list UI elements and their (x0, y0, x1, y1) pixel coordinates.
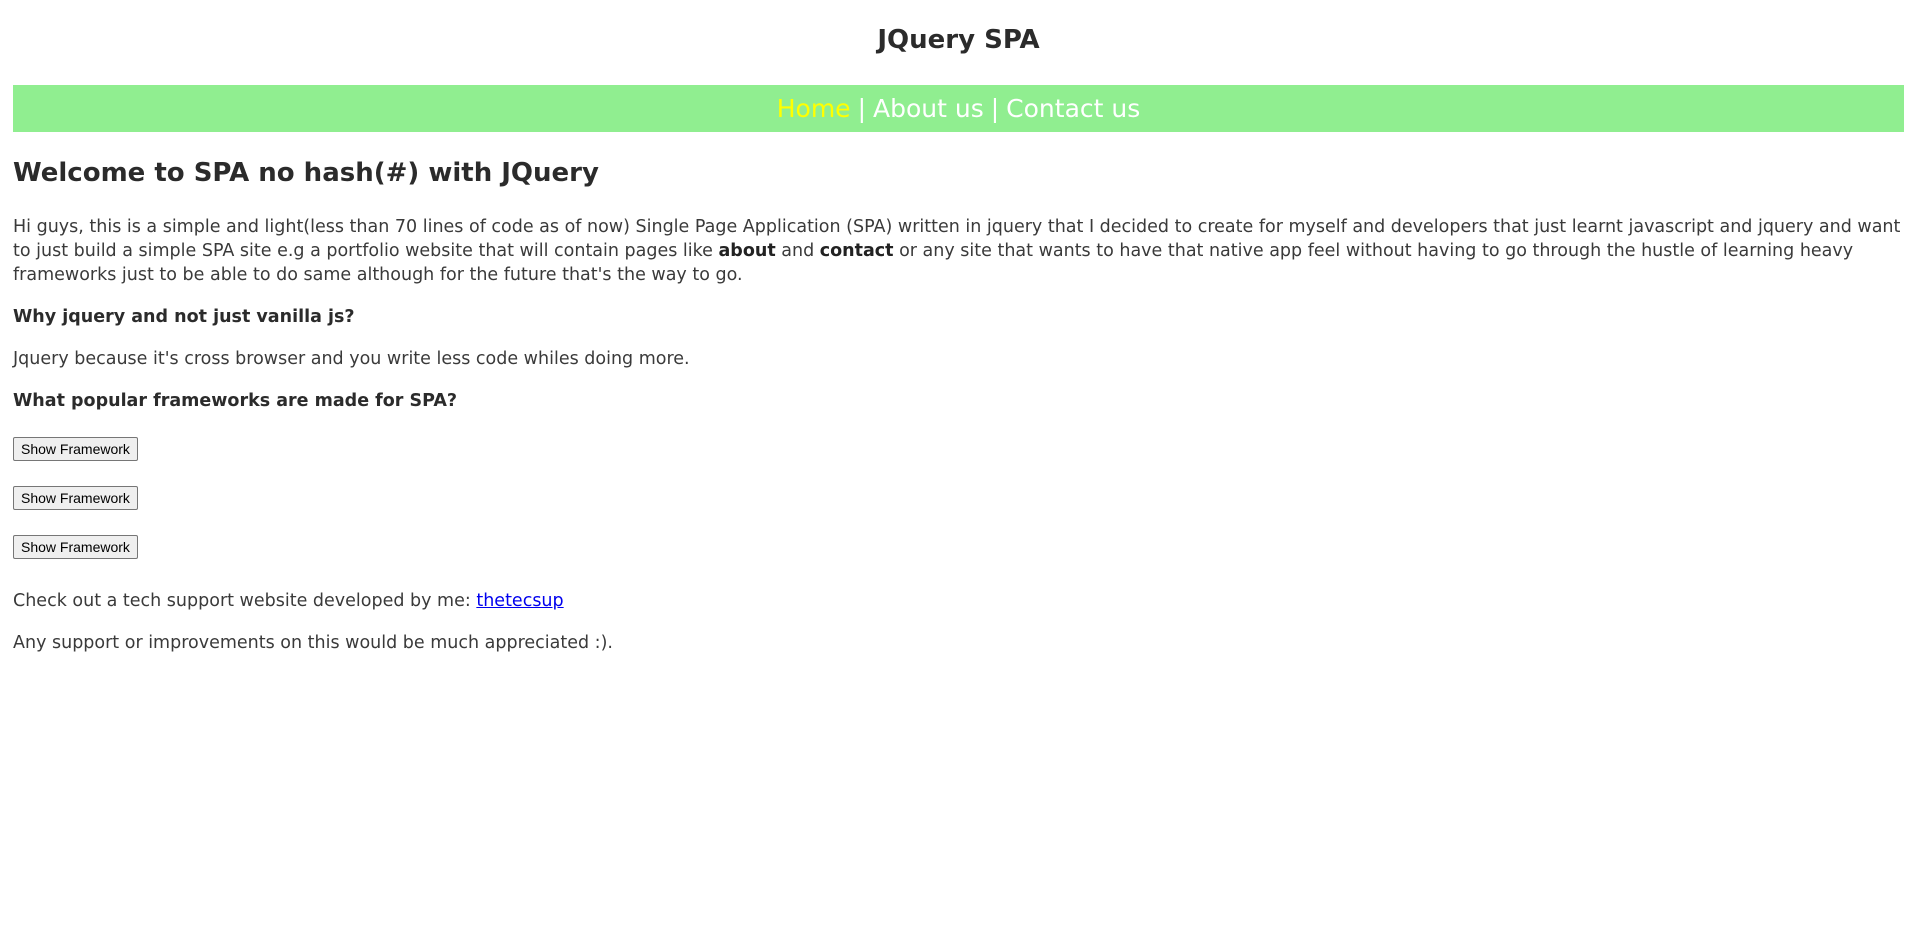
nav-about-link[interactable]: About us (873, 94, 984, 123)
nav-home-link[interactable]: Home (777, 94, 851, 123)
nav-separator: | (990, 94, 1000, 123)
nav-separator: | (857, 94, 866, 123)
show-framework-button[interactable]: Show Framework (13, 437, 138, 461)
nav-contact-link[interactable]: Contact us (1006, 94, 1140, 123)
question-frameworks: What popular frameworks are made for SPA… (13, 391, 458, 411)
answer-why-jquery: Jquery because it's cross browser and yo… (13, 349, 690, 369)
thetecsup-link[interactable]: thetecsup (476, 591, 563, 611)
framework-buttons: Show Framework Show Framework Show Frame… (13, 437, 1904, 559)
welcome-heading: Welcome to SPA no hash(#) with JQuery (13, 158, 599, 188)
site-title: JQuery SPA (877, 25, 1040, 55)
intro-text: and (775, 241, 820, 261)
show-framework-button[interactable]: Show Framework (13, 535, 138, 559)
tech-support-text: Check out a tech support website develop… (13, 591, 477, 611)
page: JQuery SPA Home | About us | Contact us … (0, 0, 1917, 948)
nav-bar: Home | About us | Contact us (13, 85, 1904, 132)
intro-bold-about: about (718, 241, 776, 261)
tech-support-line: Check out a tech support website develop… (13, 589, 1904, 613)
intro-paragraph: Hi guys, this is a simple and light(less… (13, 215, 1904, 287)
question-why-jquery: Why jquery and not just vanilla js? (13, 307, 355, 327)
support-note: Any support or improvements on this woul… (13, 633, 613, 653)
intro-bold-contact: contact (819, 241, 894, 261)
show-framework-button[interactable]: Show Framework (13, 486, 138, 510)
